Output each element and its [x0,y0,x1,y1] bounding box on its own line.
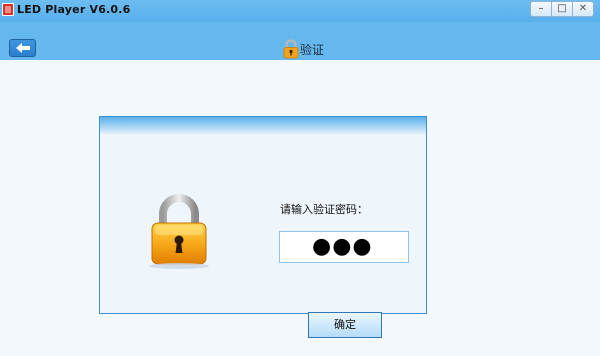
confirm-button[interactable]: 确定 [308,312,382,338]
password-prompt-label: 请输入验证密码： [280,203,368,216]
minimize-button[interactable]: – [530,1,552,17]
password-input[interactable]: ●●● [279,231,409,263]
back-button[interactable] [9,39,36,57]
padlock-icon [283,39,299,59]
password-mask: ●●● [312,234,373,259]
page-title: 验证 [300,43,325,57]
window-title: LED Player V6.0.6 [17,3,131,16]
padlock-icon [149,194,209,269]
close-button[interactable]: ✕ [572,1,594,17]
arrow-left-icon [16,43,30,53]
app-icon [2,3,14,16]
panel-header-gradient [100,117,426,135]
window-title-bar[interactable]: LED Player V6.0.6 – □ ✕ [0,0,600,22]
window-controls: – □ ✕ [530,0,600,22]
maximize-button[interactable]: □ [551,1,573,17]
